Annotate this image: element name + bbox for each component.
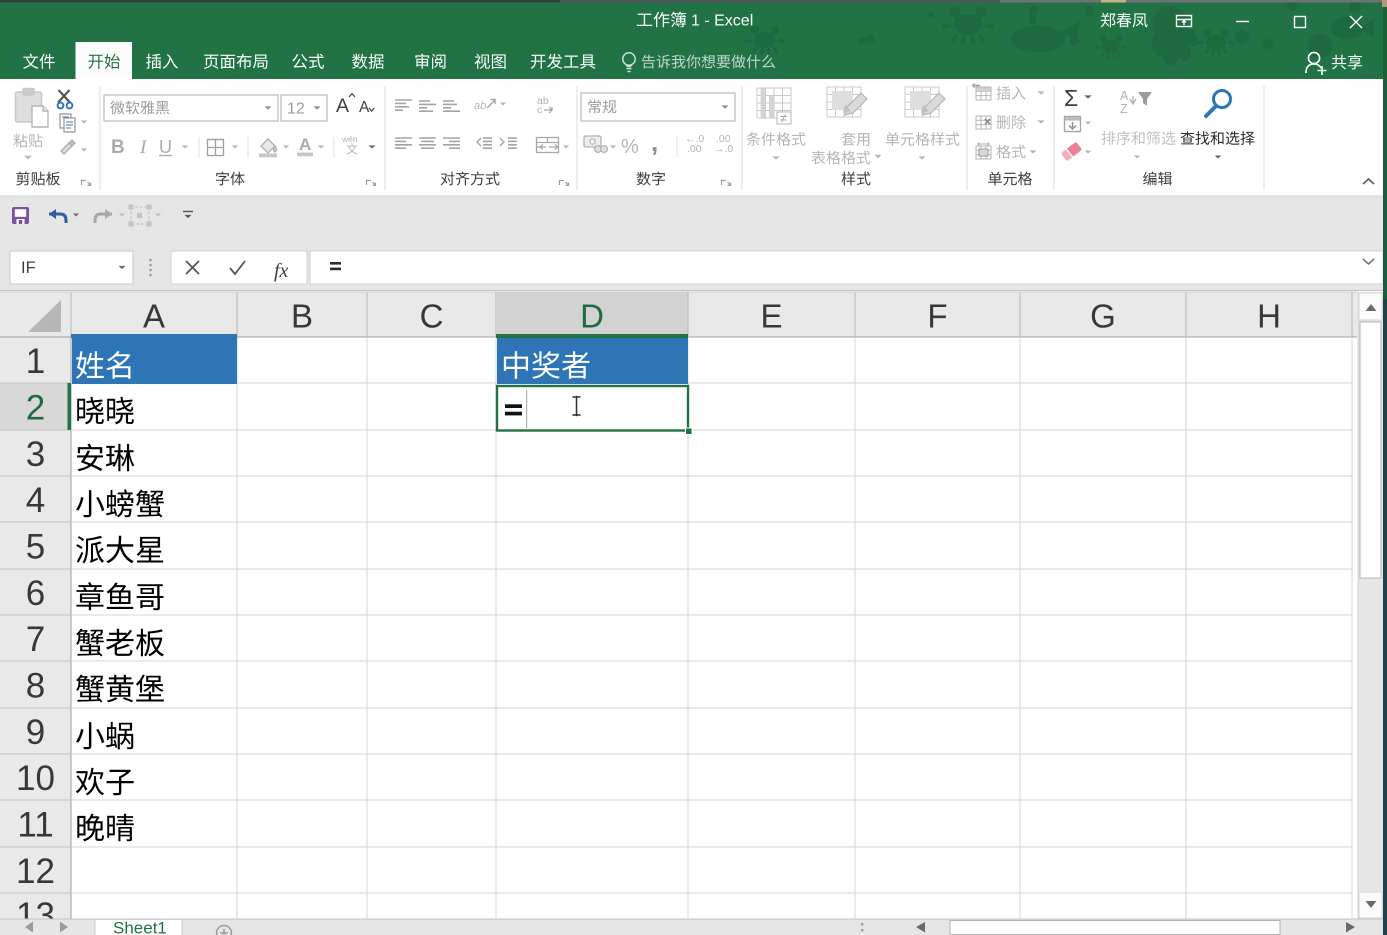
svg-text:1 - Excel: 1 - Excel — [691, 13, 753, 30]
svg-text:F: F — [927, 298, 947, 335]
svg-text:Sheet1: Sheet1 — [113, 919, 167, 935]
svg-text:5: 5 — [26, 528, 45, 567]
svg-text:4: 4 — [26, 481, 45, 520]
svg-text:,: , — [651, 127, 658, 157]
svg-text:9: 9 — [26, 713, 45, 752]
svg-text:ab: ab — [474, 100, 486, 112]
svg-text:A: A — [299, 135, 311, 154]
svg-text:wén: wén — [341, 134, 358, 144]
svg-text:12: 12 — [16, 852, 55, 891]
svg-text:IF: IF — [21, 259, 36, 277]
svg-text:Z: Z — [1120, 102, 1128, 116]
svg-text:12: 12 — [287, 101, 305, 118]
svg-text:G: G — [1090, 298, 1116, 335]
svg-text:10: 10 — [16, 759, 55, 798]
svg-text:c: c — [537, 104, 542, 116]
svg-text:C: C — [420, 298, 444, 335]
svg-text:D: D — [580, 298, 604, 335]
svg-text:A: A — [1120, 89, 1129, 103]
svg-text:A: A — [359, 99, 370, 116]
svg-text:≠: ≠ — [780, 111, 787, 126]
svg-text:B: B — [291, 298, 313, 335]
svg-text:2: 2 — [26, 389, 45, 428]
svg-text:Σ: Σ — [1064, 85, 1078, 111]
svg-text:%: % — [621, 136, 639, 158]
svg-text:8: 8 — [26, 667, 45, 706]
svg-text:fx: fx — [274, 260, 289, 282]
svg-text:6: 6 — [26, 574, 45, 613]
svg-text:.00: .00 — [687, 143, 702, 155]
svg-text:→.0: →.0 — [714, 143, 733, 155]
svg-text:H: H — [1257, 298, 1281, 335]
svg-text:3: 3 — [26, 435, 45, 474]
svg-text:A: A — [143, 298, 165, 335]
svg-text:B: B — [111, 137, 125, 158]
svg-text:11: 11 — [17, 806, 53, 845]
svg-text:E: E — [760, 298, 782, 335]
svg-text:U: U — [159, 137, 172, 157]
svg-text:1: 1 — [26, 342, 45, 381]
svg-text:7: 7 — [26, 620, 45, 659]
svg-text:A: A — [336, 95, 349, 117]
